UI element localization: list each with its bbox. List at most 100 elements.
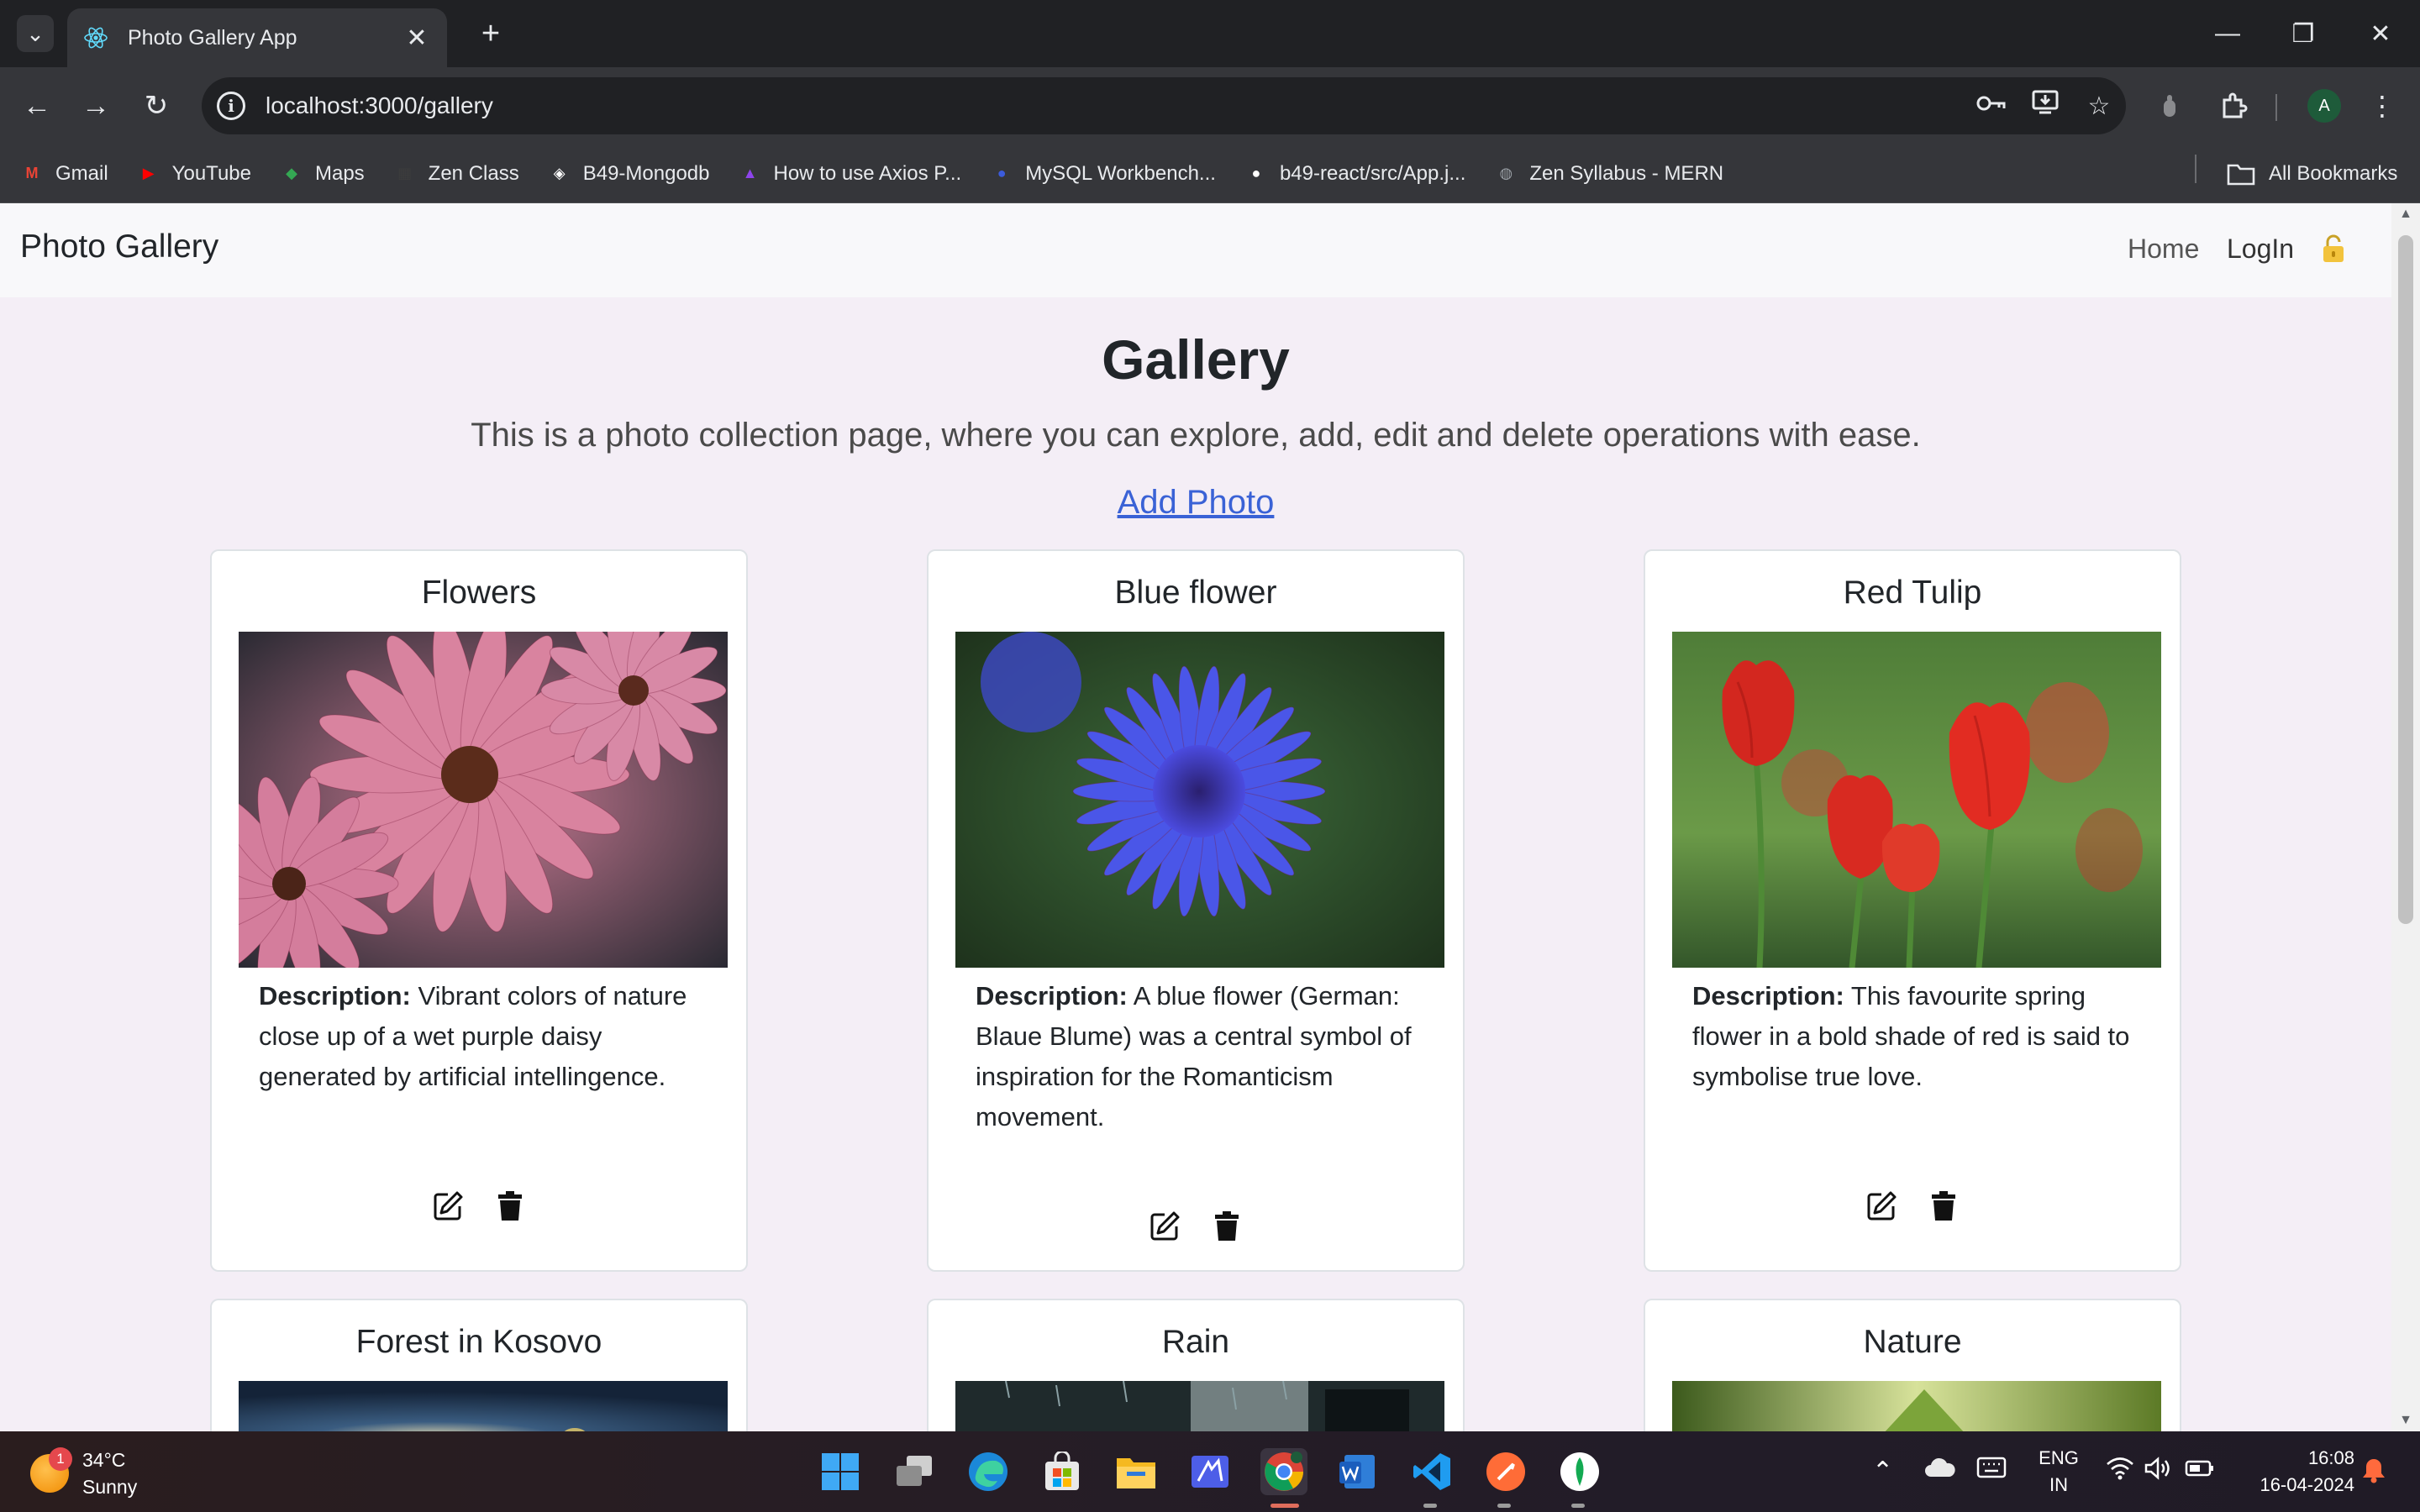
password-key-icon[interactable] bbox=[1965, 92, 2018, 120]
bookmark-label: How to use Axios P... bbox=[773, 161, 962, 185]
vscode-icon[interactable] bbox=[1408, 1448, 1455, 1495]
extension-puzzle-gray-icon[interactable] bbox=[2148, 82, 2191, 129]
nav-home-link[interactable]: Home bbox=[2128, 234, 2199, 265]
clock-time: 16:08 bbox=[2307, 1447, 2354, 1468]
card-description: Description: A blue flower (German: Blau… bbox=[976, 976, 1429, 1137]
daisy-photo bbox=[239, 632, 728, 968]
tab-search-button[interactable]: ⌄ bbox=[17, 15, 54, 52]
page-scrollbar[interactable]: ▲ ▼ bbox=[2391, 203, 2420, 1431]
bookmark-item[interactable]: ◆ Maps bbox=[280, 162, 365, 186]
bookmark-label: B49-Mongodb bbox=[582, 161, 710, 185]
edit-icon[interactable] bbox=[1865, 1189, 1898, 1223]
bookmarks-divider bbox=[2195, 155, 2196, 183]
window-close-icon[interactable]: ✕ bbox=[2351, 12, 2410, 55]
task-view-icon[interactable] bbox=[891, 1448, 938, 1495]
bookmark-item[interactable]: ◈ B49-Mongodb bbox=[548, 162, 710, 186]
bookmark-label: b49-react/src/App.j... bbox=[1279, 161, 1466, 185]
word-icon[interactable] bbox=[1334, 1448, 1381, 1495]
card-actions bbox=[1645, 1189, 2180, 1223]
windows-taskbar: 1 34°C Sunny ⌃ ENG IN 16:08 16-04-2024 bbox=[0, 1431, 2420, 1512]
notification-bell-icon[interactable] bbox=[2361, 1457, 2386, 1490]
weather-widget[interactable]: 1 34°C Sunny bbox=[30, 1446, 137, 1500]
bookmark-item[interactable]: ◍ Zen Syllabus - MERN bbox=[1494, 162, 1724, 186]
microsoft-store-icon[interactable] bbox=[1039, 1448, 1086, 1495]
react-icon bbox=[84, 27, 108, 49]
show-hidden-icons-chevron[interactable]: ⌃ bbox=[1872, 1457, 1893, 1486]
navbar-brand[interactable]: Photo Gallery bbox=[20, 228, 218, 265]
reload-icon[interactable]: ↻ bbox=[134, 84, 178, 128]
forest-photo bbox=[239, 1381, 728, 1431]
profile-avatar[interactable]: A bbox=[2301, 82, 2348, 129]
nav-login-link[interactable]: LogIn bbox=[2227, 234, 2294, 265]
pen-app-icon[interactable] bbox=[1186, 1448, 1234, 1495]
restore-icon[interactable]: ❐ bbox=[2274, 12, 2333, 55]
bookmark-item[interactable]: ▦ Zen Class bbox=[393, 162, 519, 186]
wifi-icon[interactable] bbox=[2106, 1457, 2134, 1487]
site-info-icon[interactable]: i bbox=[217, 92, 245, 120]
page-viewport: Photo Gallery Home LogIn Gallery This is… bbox=[0, 203, 2391, 1431]
photo-card: Nature bbox=[1644, 1299, 2181, 1431]
battery-icon[interactable] bbox=[2185, 1457, 2215, 1485]
notification-badge: 1 bbox=[49, 1447, 72, 1471]
postman-icon[interactable] bbox=[1482, 1448, 1529, 1495]
bookmark-item[interactable]: ● b49-react/src/App.j... bbox=[1244, 161, 1466, 186]
trash-icon[interactable] bbox=[493, 1189, 527, 1223]
bookmark-star-icon[interactable]: ☆ bbox=[2072, 92, 2126, 121]
tab-title: Photo Gallery App bbox=[128, 25, 297, 50]
nature-photo bbox=[1672, 1381, 2161, 1431]
bookmark-label: YouTube bbox=[171, 161, 251, 185]
bookmark-item[interactable]: ▶ YouTube bbox=[137, 162, 251, 186]
scroll-down-icon[interactable]: ▼ bbox=[2398, 1413, 2413, 1428]
scroll-thumb[interactable] bbox=[2398, 235, 2413, 924]
forward-arrow-icon[interactable]: → bbox=[74, 84, 118, 128]
bookmark-item[interactable]: ● MySQL Workbench... bbox=[990, 162, 1216, 186]
cornflower-photo bbox=[955, 632, 1444, 968]
bookmark-item[interactable]: ▲ How to use Axios P... bbox=[739, 162, 962, 186]
file-explorer-icon[interactable] bbox=[1113, 1448, 1160, 1495]
card-title: Blue flower bbox=[1114, 575, 1277, 611]
browser-toolbar: ← → ↻ i localhost:3000/gallery ☆ A ⋮ bbox=[0, 67, 2420, 144]
browser-tab[interactable]: Photo Gallery App ✕ bbox=[67, 8, 447, 67]
address-bar[interactable]: i localhost:3000/gallery ☆ bbox=[202, 77, 2126, 134]
minimize-icon[interactable]: — bbox=[2198, 12, 2257, 55]
trash-icon[interactable] bbox=[1927, 1189, 1960, 1223]
install-app-icon[interactable] bbox=[2018, 90, 2072, 122]
card-description: Description: Vibrant colors of nature cl… bbox=[259, 976, 713, 1097]
trash-icon[interactable] bbox=[1210, 1210, 1244, 1243]
description-label: Description: bbox=[1692, 981, 1844, 1011]
back-arrow-icon[interactable]: ← bbox=[15, 84, 59, 128]
language-indicator[interactable]: ENG IN bbox=[2032, 1445, 2086, 1499]
edit-icon[interactable] bbox=[431, 1189, 465, 1223]
description-label: Description: bbox=[259, 981, 411, 1011]
tab-close-icon[interactable]: ✕ bbox=[402, 24, 432, 53]
photo-card: Red Tulip Description: This favourite sp… bbox=[1644, 549, 2181, 1272]
codepen-icon: ◈ bbox=[553, 165, 566, 181]
new-tab-button[interactable]: + bbox=[471, 13, 511, 54]
card-title: Forest in Kosovo bbox=[355, 1324, 602, 1360]
clock[interactable]: 16:08 16-04-2024 bbox=[2232, 1445, 2354, 1499]
menu-kebab-icon[interactable]: ⋮ bbox=[2361, 82, 2403, 129]
maps-icon: ◆ bbox=[286, 165, 297, 181]
mongodb-compass-icon[interactable] bbox=[1556, 1448, 1603, 1495]
volume-icon[interactable] bbox=[2144, 1457, 2175, 1487]
card-title: Red Tulip bbox=[1843, 575, 1982, 611]
lock-icon[interactable] bbox=[2321, 234, 2346, 264]
onedrive-cloud-icon[interactable] bbox=[1924, 1457, 1956, 1485]
gmail-icon: M bbox=[25, 165, 39, 181]
keyboard-icon[interactable] bbox=[1976, 1457, 2007, 1485]
chrome-icon[interactable] bbox=[1260, 1448, 1307, 1495]
add-photo-link-text[interactable]: Add Photo bbox=[1118, 484, 1275, 521]
photo-card: Rain bbox=[927, 1299, 1465, 1431]
chrome-active-indicator bbox=[1270, 1504, 1299, 1508]
bookmark-label: Zen Class bbox=[428, 161, 519, 185]
card-actions bbox=[212, 1189, 746, 1223]
extensions-icon[interactable] bbox=[2210, 82, 2257, 129]
url-text[interactable]: localhost:3000/gallery bbox=[266, 92, 1965, 119]
bookmark-item[interactable]: M Gmail bbox=[20, 162, 108, 186]
all-bookmarks-button[interactable]: All Bookmarks bbox=[2227, 144, 2397, 203]
scroll-up-icon[interactable]: ▲ bbox=[2398, 207, 2413, 222]
edit-icon[interactable] bbox=[1148, 1210, 1181, 1243]
edge-icon[interactable] bbox=[965, 1448, 1012, 1495]
windows-start-icon[interactable] bbox=[817, 1448, 864, 1495]
folder-icon bbox=[2227, 164, 2255, 186]
